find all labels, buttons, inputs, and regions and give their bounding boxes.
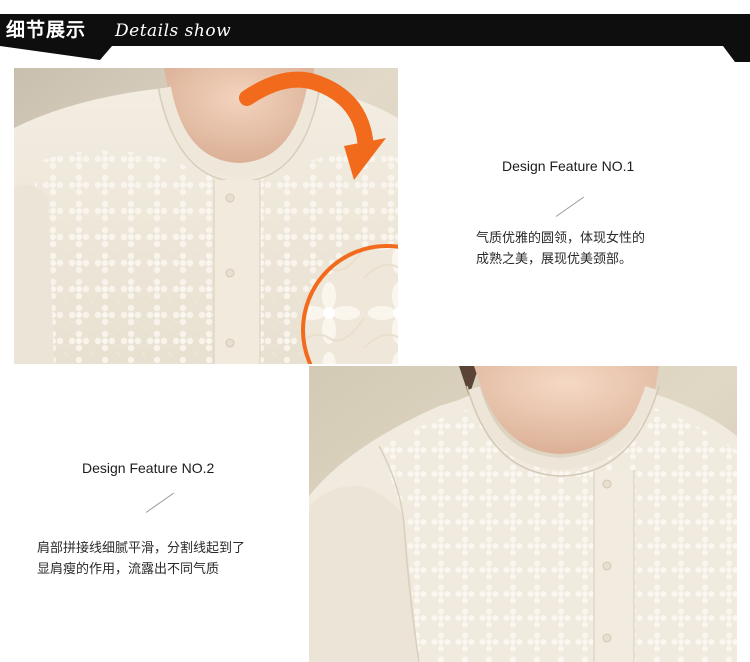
feature-1-title: Design Feature NO.1	[502, 158, 635, 174]
feature-2-desc-line: 显肩瘦的作用，流露出不同气质	[37, 562, 220, 577]
feature-2-divider	[145, 492, 175, 513]
feature-2-title: Design Feature NO.2	[82, 460, 215, 476]
feature-1-desc-line: 气质优雅的圆领，体现女性的	[476, 231, 646, 246]
section-title: 细节展示	[6, 19, 87, 41]
feature-1-desc-line: 成熟之美，展现优美颈部。	[476, 252, 633, 267]
feature-2-description: 肩部拼接线细腻平滑，分割线起到了 显肩瘦的作用，流露出不同气质	[37, 538, 245, 580]
feature-2-desc-line: 肩部拼接线细腻平滑，分割线起到了	[37, 541, 246, 556]
section-subtitle: Details show	[115, 21, 232, 41]
header-notch-decoration	[0, 46, 750, 62]
product-photo-neckline	[14, 68, 398, 364]
feature-1-divider	[555, 196, 585, 217]
feature-1-description: 气质优雅的圆领，体现女性的 成熟之美，展现优美颈部。	[476, 228, 645, 270]
section-header-bar: 细节展示 Details show	[0, 14, 750, 46]
product-photo-shoulder	[309, 366, 737, 662]
